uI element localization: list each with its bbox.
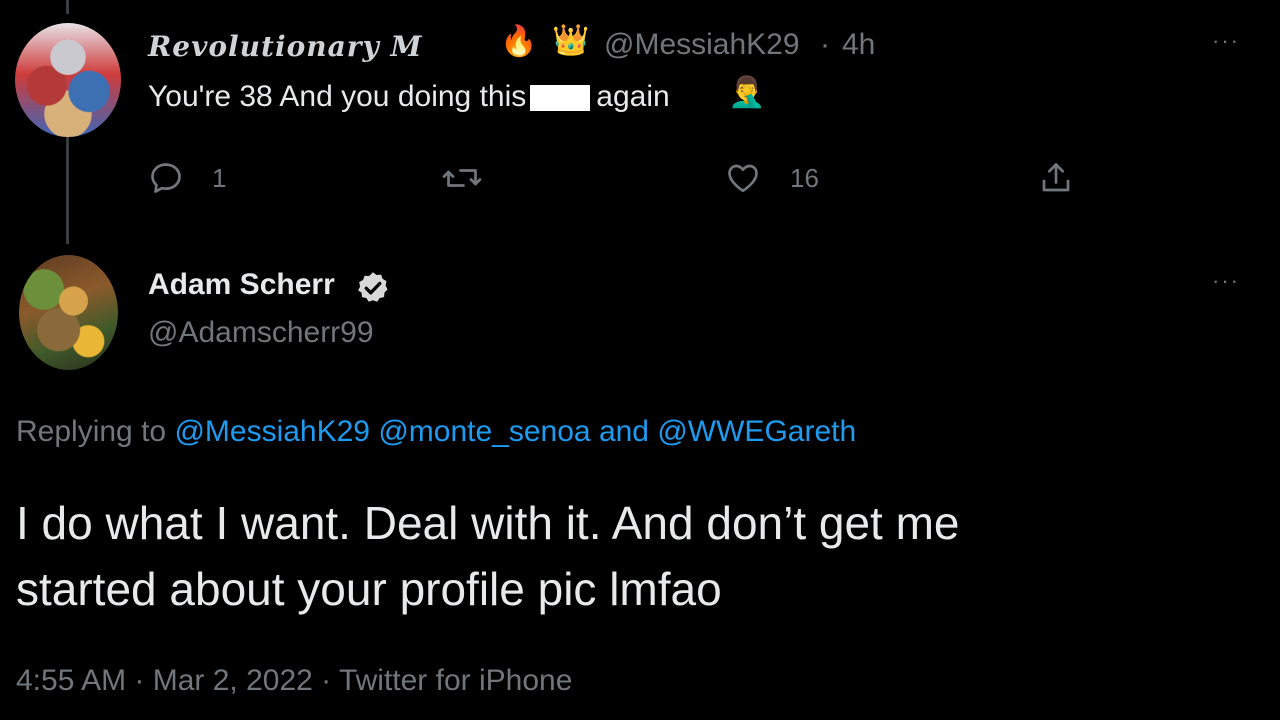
tweet1-display-name[interactable]: Revolutionary M <box>148 30 423 63</box>
replying-to: Replying to @MessiahK29 @monte_senoa and… <box>16 415 856 449</box>
fire-emoji: 🔥 <box>500 25 538 58</box>
tweet1-more-icon[interactable]: ··· <box>1212 28 1240 54</box>
facepalm-emoji: 🤦‍♂️ <box>728 76 766 109</box>
tweet1-text: You're 38 And you doing this again <box>148 80 670 114</box>
share-action[interactable] <box>1038 158 1074 198</box>
mention-link[interactable]: @WWEGareth <box>657 415 856 448</box>
verified-badge-icon <box>358 272 388 302</box>
tweet1-handle[interactable]: @MessiahK29 <box>604 28 800 62</box>
mention-link[interactable]: @MessiahK29 <box>174 415 370 448</box>
retweet-icon <box>442 169 482 187</box>
reply-icon <box>151 163 181 193</box>
reply-count: 1 <box>212 162 227 193</box>
share-icon <box>1042 163 1070 192</box>
tweet1-separator: · <box>820 28 830 61</box>
tweet2-handle[interactable]: @Adamscherr99 <box>148 316 374 350</box>
tweet2-body: I do what I want. Deal with it. And don’… <box>16 490 1216 622</box>
replying-prefix: Replying to <box>16 415 167 448</box>
thread-connector <box>66 136 69 244</box>
reply-action[interactable]: 1 <box>148 158 226 198</box>
like-action[interactable]: 16 <box>724 158 819 198</box>
replying-and: and <box>598 415 649 448</box>
avatar-revolutionary-m[interactable] <box>15 23 121 137</box>
censor-block <box>530 85 591 112</box>
avatar-adam-scherr[interactable] <box>19 255 118 370</box>
crown-emoji: 👑 <box>552 24 590 57</box>
like-count: 16 <box>790 162 819 193</box>
tweet2-meta[interactable]: 4:55 AM · Mar 2, 2022 · Twitter for iPho… <box>16 664 572 698</box>
tweet2-more-icon[interactable]: ··· <box>1212 268 1240 294</box>
tweet1-text-before: You're 38 And you doing this <box>148 80 527 113</box>
heart-icon <box>728 164 758 193</box>
tweet1-timestamp[interactable]: 4h <box>842 28 875 62</box>
tweet1-text-after: again <box>596 80 670 113</box>
mention-link[interactable]: @monte_senoa <box>378 415 590 448</box>
tweet2-body-line: I do what I want. Deal with it. And don’… <box>16 497 960 549</box>
tweet2-display-name[interactable]: Adam Scherr <box>148 268 335 302</box>
thread-connector-top <box>66 0 69 14</box>
retweet-action[interactable] <box>440 158 484 198</box>
tweet2-body-line: started about your profile pic lmfao <box>16 563 722 615</box>
